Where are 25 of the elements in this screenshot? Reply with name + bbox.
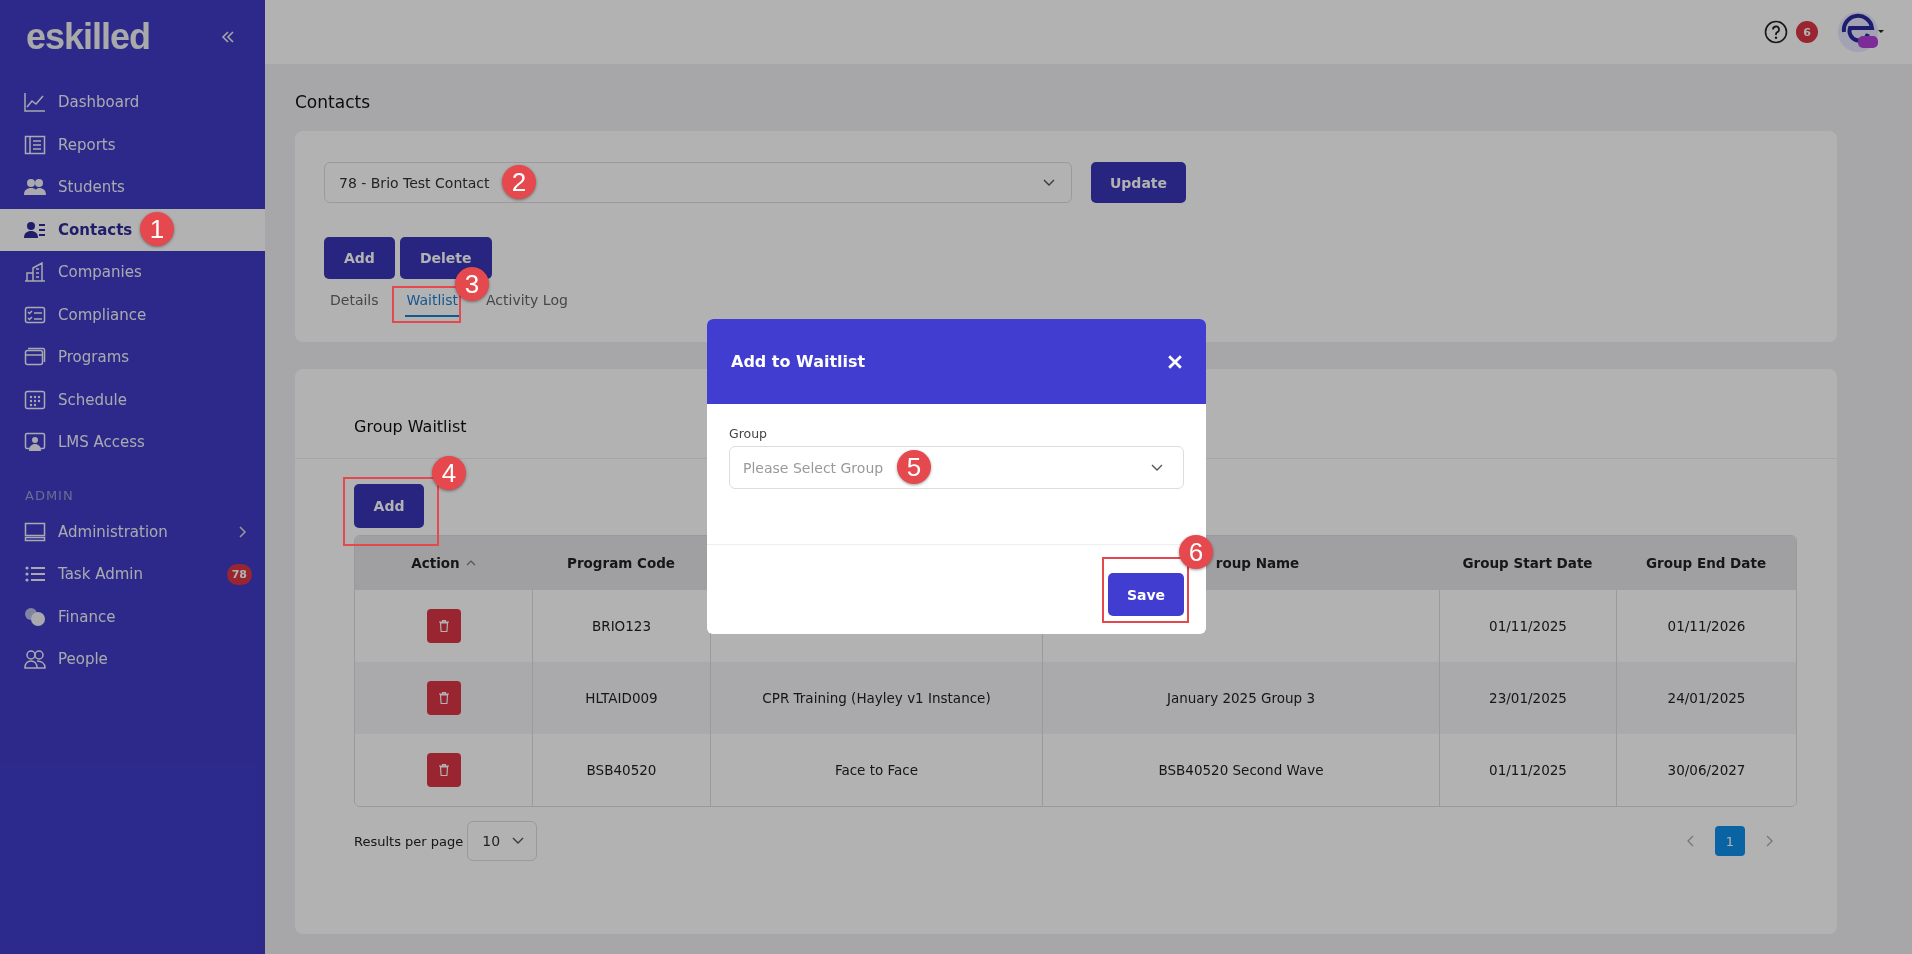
sidebar-item-label: Task Admin [58, 565, 144, 584]
table-cell: BRIO123 [592, 618, 651, 634]
page-title: Contacts [295, 92, 371, 114]
panel-title: Group Waitlist [354, 417, 467, 436]
table-cell: January 2025 Group 3 [1166, 690, 1316, 706]
table-cell: 01/11/2025 [1489, 762, 1567, 778]
table-cell: Face to Face [834, 762, 919, 778]
table-cell: CPR Training (Hayley v1 Instance) [762, 690, 991, 706]
table-cell: 23/01/2025 [1489, 690, 1567, 706]
section-label: ADMIN [24, 486, 75, 505]
table-cell: 24/01/2025 [1667, 690, 1746, 706]
table-cell: 30/06/2027 [1667, 762, 1746, 778]
field-label: Group [729, 426, 769, 441]
count-badge: 78 [226, 563, 252, 585]
table-cell: BSB40520 Second Wave [1158, 762, 1324, 778]
table-cell: BSB40520 [586, 762, 657, 778]
table-cell: HLTAID009 [585, 690, 658, 706]
results-per-page-label: Results per page [354, 833, 464, 849]
sidebar-item-label: People [58, 650, 109, 669]
sidebar-item-label: Administration [58, 522, 169, 541]
sidebar-item-label: Finance [58, 607, 117, 626]
eskilled-logo: eskilled [26, 16, 151, 58]
table-cell: 01/11/2025 [1489, 618, 1567, 634]
table-cell: 01/11/2026 [1667, 618, 1746, 634]
modal-title: Add to Waitlist [731, 352, 866, 371]
